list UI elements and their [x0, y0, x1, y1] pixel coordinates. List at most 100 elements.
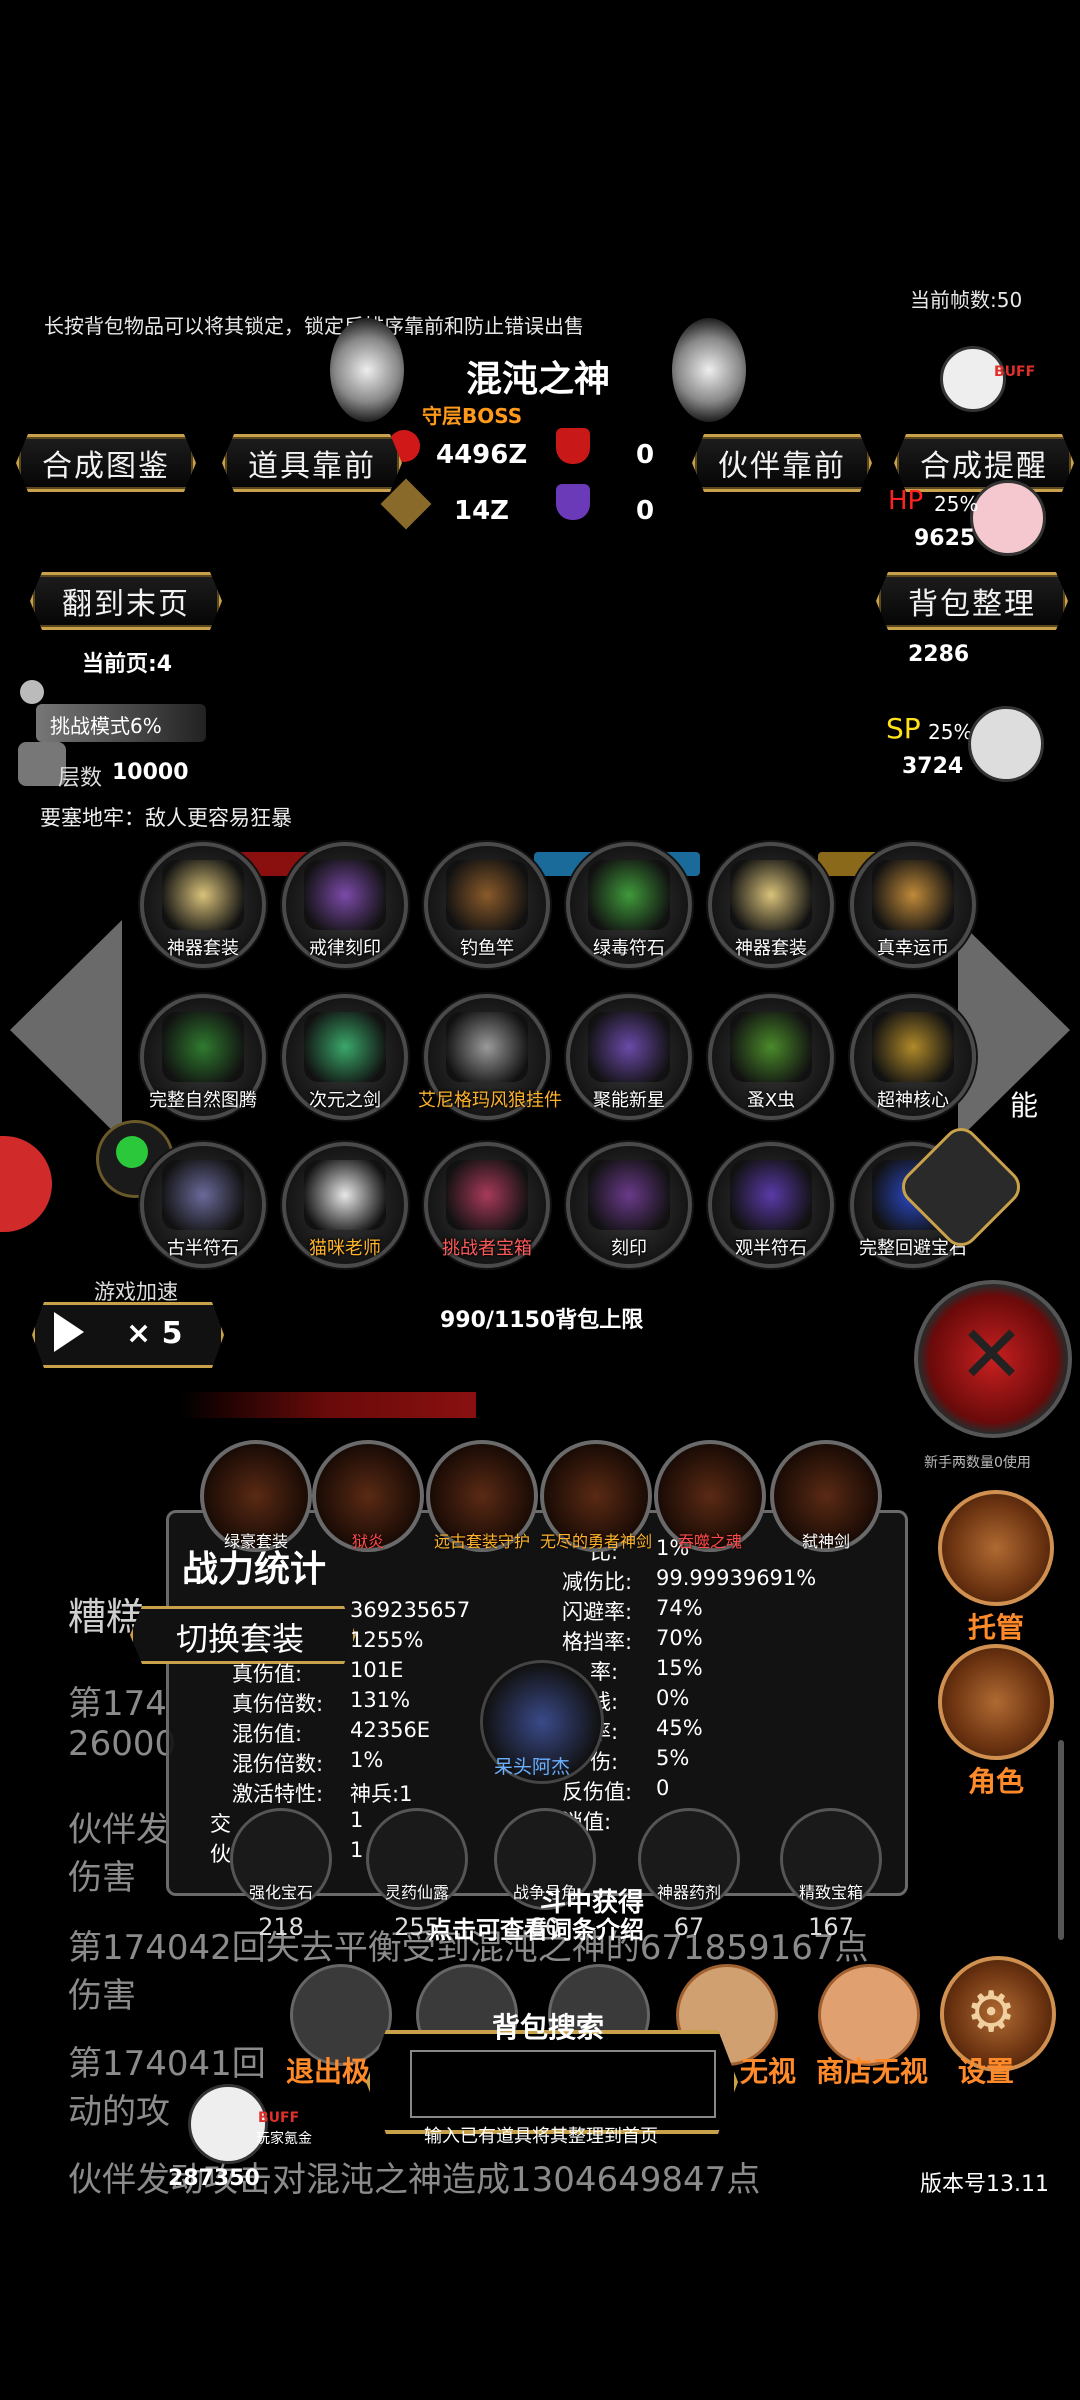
item-label: 猫咪老师 [309, 1238, 381, 1259]
user-alert-icon[interactable] [0, 1136, 52, 1232]
stat-value: 0% [656, 1686, 690, 1710]
inventory-slot[interactable]: 真幸运币 [850, 842, 976, 968]
consumable-slot[interactable]: 强化宝石 218 [230, 1808, 332, 1941]
item-icon [446, 1160, 528, 1230]
compose-guide-button[interactable]: 合成图鉴 [16, 434, 196, 492]
close-x-icon: ✕ [958, 1308, 1026, 1401]
heart-hand-icon [970, 480, 1046, 556]
equipment-label: 弑神剑 [801, 1532, 850, 1551]
scrollbar[interactable] [1058, 1740, 1064, 1940]
hp-percent: 25% [934, 492, 979, 516]
compose-hint-button[interactable]: 合成提醒 [894, 434, 1074, 492]
bag-sort-button[interactable]: 背包整理 [876, 572, 1068, 630]
inventory-slot[interactable]: 猫咪老师 [282, 1142, 408, 1268]
item-icon [446, 860, 528, 930]
item-label: 古半符石 [167, 1238, 239, 1259]
sp-percent: 25% [928, 720, 973, 744]
inventory-slot[interactable]: 钓鱼竿 [424, 842, 550, 968]
boss-def2: 0 [636, 496, 655, 526]
boss-atk: 14Z [454, 496, 510, 526]
inventory-slot[interactable]: 古半符石 [140, 1142, 266, 1268]
item-label: 戒律刻印 [309, 938, 381, 959]
search-title: 背包搜索 [492, 2011, 605, 2044]
player-buff-label: BUFF [258, 2110, 300, 2126]
stat-key: 混伤倍数: [232, 1752, 324, 1776]
item-icon [304, 1012, 386, 1082]
inventory-slot[interactable]: 绿毒符石 [566, 842, 692, 968]
equipment-slot[interactable]: 无尽的勇者神剑 [540, 1440, 652, 1552]
equipment-slot[interactable]: 狱炎 [312, 1440, 424, 1552]
overlay-text: 点击可查看词条介绍 [428, 1916, 644, 1944]
search-input[interactable] [410, 2050, 716, 2118]
exit-label: 退出极 [286, 2055, 371, 2088]
consumable-slot[interactable]: 精致宝箱 167 [780, 1808, 882, 1941]
stat-key: 混伤值: [232, 1722, 303, 1746]
settings-label: 设置 [958, 2055, 1015, 2088]
last-page-button[interactable]: 翻到末页 [30, 572, 222, 630]
log-line: 动的攻 [68, 2092, 170, 2132]
consumable-slot[interactable]: 神器药剂 67 [638, 1808, 740, 1941]
hp-value: 9625 [914, 526, 976, 551]
role-button[interactable]: 角色 [938, 1644, 1054, 1798]
equipment-slot[interactable]: 吞噬之魂 [654, 1440, 766, 1552]
log-line: 第174041回 [68, 2044, 266, 2084]
inventory-slot[interactable]: 聚能新星 [566, 994, 692, 1120]
inventory-slot[interactable]: 刻印 [566, 1142, 692, 1268]
stat-value: 神兵:1 [350, 1782, 413, 1806]
player-buff-icon[interactable] [188, 2084, 268, 2164]
item-label: 真幸运币 [877, 938, 949, 959]
floor-value: 10000 [112, 760, 189, 785]
inventory-slot[interactable]: 次元之剑 [282, 994, 408, 1120]
item-icon [872, 1012, 954, 1082]
item-label: 完整自然图腾 [149, 1090, 257, 1111]
auto-button[interactable]: 托管 [938, 1490, 1054, 1644]
item-label: 次元之剑 [309, 1090, 381, 1111]
stat-value: 369235657 [350, 1598, 471, 1622]
play-icon [54, 1312, 84, 1352]
stat-value: 1 [350, 1838, 364, 1862]
stat-value: 5% [656, 1746, 690, 1770]
inventory-slot[interactable]: 戒律刻印 [282, 842, 408, 968]
inventory-slot[interactable]: 挑战者宝箱 [424, 1142, 550, 1268]
stat-value: 74% [656, 1596, 703, 1620]
prev-page-arrow[interactable] [10, 920, 122, 1140]
buff-label: BUFF [994, 364, 1036, 380]
inventory-slot[interactable]: 艾尼格玛风狼挂件 [418, 994, 562, 1120]
consumable-label: 强化宝石 [248, 1883, 313, 1902]
stat-key: 伙 [210, 1842, 231, 1866]
bag-capacity: 990/1150背包上限 [440, 1308, 644, 1333]
new-tip: 新手两数量0使用 [924, 1455, 1031, 1471]
inventory-slot[interactable]: 蚤X虫 [708, 994, 834, 1120]
inventory-slot[interactable]: 超神核心 [850, 994, 976, 1120]
items-front-button[interactable]: 道具靠前 [222, 434, 402, 492]
switch-set-label: 切换套装 [175, 1620, 304, 1658]
stat-key: 反伤值: [562, 1780, 633, 1804]
gear-icon: ⚙ [966, 1980, 1017, 2045]
partner-front-button[interactable]: 伙伴靠前 [692, 434, 872, 492]
consumable-slot[interactable]: 灵药仙露 255 [366, 1808, 468, 1941]
item-icon [588, 1012, 670, 1082]
stat-value: 1% [350, 1748, 384, 1772]
role-label: 角色 [967, 1765, 1024, 1798]
item-icon [730, 1160, 812, 1230]
boss-def1: 0 [636, 440, 655, 470]
side-right-label: 能 [1010, 1089, 1039, 1122]
equipment-slot[interactable]: 弑神剑 [770, 1440, 882, 1552]
item-label: 艾尼格玛风狼挂件 [418, 1090, 562, 1111]
item-icon [730, 860, 812, 930]
inventory-slot[interactable]: 完整自然图腾 [140, 994, 266, 1120]
item-icon [304, 860, 386, 930]
stat-value: 42356E [350, 1718, 431, 1742]
equipment-slot[interactable]: 远古套装守护 [426, 1440, 538, 1552]
floor-label: 层数 [58, 766, 103, 791]
clover-leaf [116, 1136, 148, 1168]
gold-value: 287350 [168, 2166, 260, 2191]
inventory-slot[interactable]: 观半符石 [708, 1142, 834, 1268]
inventory-slot[interactable]: 神器套装 [140, 842, 266, 968]
inventory-slot[interactable]: 神器套装 [708, 842, 834, 968]
item-icon [446, 1012, 528, 1082]
skull-right-icon [672, 318, 746, 422]
stat-value: 1255% [350, 1628, 424, 1652]
fortress-tip: 要塞地牢：敌人更容易狂暴 [40, 806, 292, 830]
boss-name: 混沌之神 [465, 359, 610, 400]
